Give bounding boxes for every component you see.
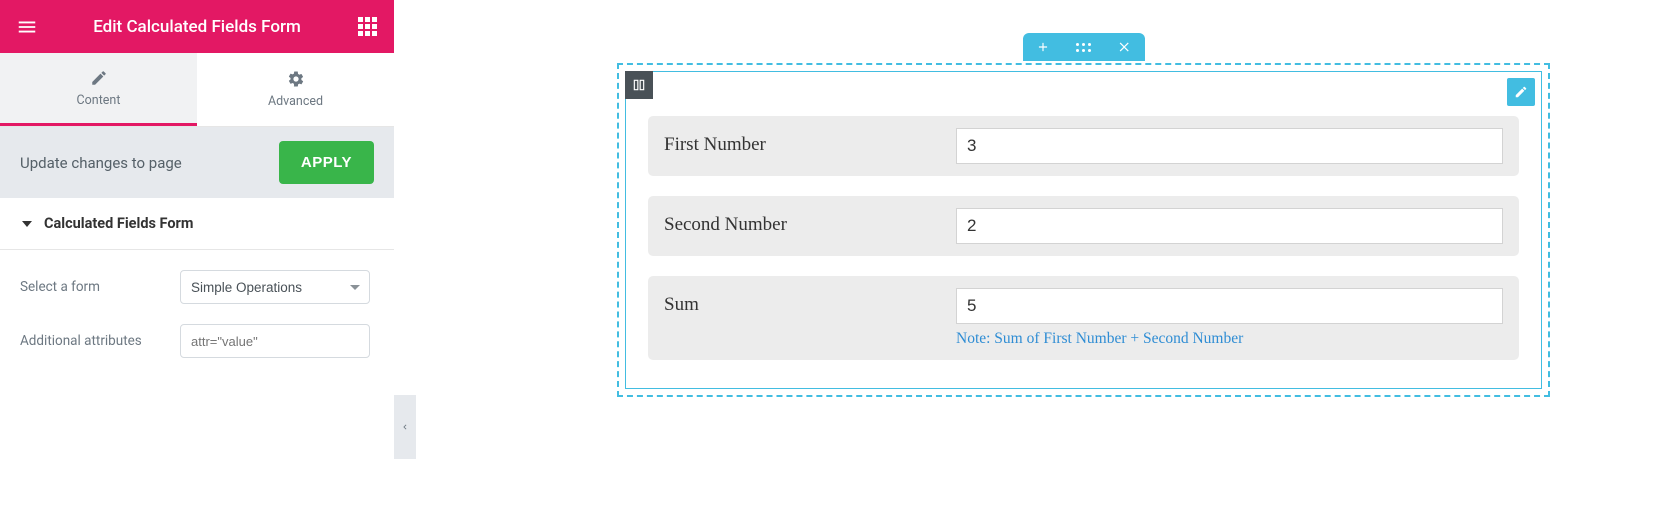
second-number-input[interactable] [956, 208, 1503, 244]
column-outline: First Number Second Number Sum Note: Sum… [625, 71, 1542, 389]
additional-attributes-input[interactable] [180, 324, 370, 358]
canvas-section: First Number Second Number Sum Note: Sum… [617, 63, 1550, 397]
sum-input[interactable] [956, 288, 1503, 324]
section-toggle[interactable]: Calculated Fields Form [0, 198, 394, 250]
field-label: First Number [664, 128, 956, 156]
section-title: Calculated Fields Form [44, 215, 193, 232]
apply-row: Update changes to page APPLY [0, 127, 394, 198]
column-icon [632, 78, 646, 92]
tab-advanced-label: Advanced [268, 94, 323, 109]
gear-icon [287, 70, 305, 88]
additional-attributes-label: Additional attributes [20, 333, 180, 350]
control-select-form: Select a form Simple Operations [20, 270, 374, 304]
control-additional-attributes: Additional attributes [20, 324, 374, 358]
collapse-sidebar-button[interactable] [394, 395, 416, 459]
apps-button[interactable] [352, 0, 382, 53]
apply-button[interactable]: APPLY [279, 141, 374, 184]
select-form-wrap: Simple Operations [180, 270, 370, 304]
caret-down-icon [22, 221, 32, 227]
panel-title: Edit Calculated Fields Form [42, 17, 352, 37]
editor-sidebar: Edit Calculated Fields Form Content Adva… [0, 0, 394, 398]
tab-content[interactable]: Content [0, 53, 197, 126]
form-field-first-number: First Number [648, 116, 1519, 176]
close-icon [1118, 40, 1132, 54]
drag-section-button[interactable] [1063, 33, 1105, 61]
controls-panel: Select a form Simple Operations Addition… [0, 250, 394, 398]
add-section-button[interactable] [1023, 33, 1063, 61]
menu-button[interactable] [12, 0, 42, 53]
editor-topbar: Edit Calculated Fields Form [0, 0, 394, 53]
form-field-sum: Sum Note: Sum of First Number + Second N… [648, 276, 1519, 360]
column-handle[interactable] [625, 71, 653, 99]
plus-icon [1036, 40, 1050, 54]
select-form-label: Select a form [20, 279, 180, 296]
delete-section-button[interactable] [1105, 33, 1145, 61]
section-toolbar [1023, 33, 1145, 61]
apply-message: Update changes to page [20, 154, 182, 172]
tab-content-label: Content [77, 93, 121, 108]
select-form[interactable]: Simple Operations [180, 270, 370, 304]
field-label: Second Number [664, 208, 956, 236]
section-outline[interactable]: First Number Second Number Sum Note: Sum… [617, 63, 1550, 397]
form-field-second-number: Second Number [648, 196, 1519, 256]
hamburger-icon [16, 16, 38, 38]
pencil-icon [90, 69, 108, 87]
field-note: Note: Sum of First Number + Second Numbe… [664, 330, 1503, 348]
first-number-input[interactable] [956, 128, 1503, 164]
panel-tabs: Content Advanced [0, 53, 394, 127]
apps-icon [358, 17, 377, 36]
pencil-icon [1514, 85, 1528, 99]
drag-icon [1076, 43, 1091, 52]
edit-widget-button[interactable] [1507, 78, 1535, 106]
form-preview: First Number Second Number Sum Note: Sum… [626, 72, 1541, 388]
chevron-left-icon [400, 420, 410, 434]
tab-advanced[interactable]: Advanced [197, 53, 394, 126]
field-label: Sum [664, 288, 956, 316]
